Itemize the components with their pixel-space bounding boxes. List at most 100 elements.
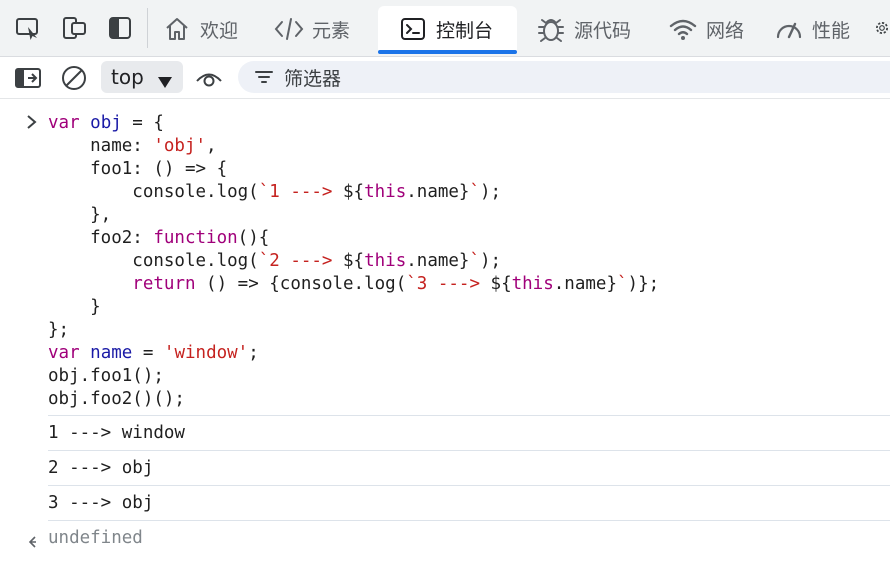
context-selector[interactable]: top	[101, 61, 183, 93]
tab-sources[interactable]: 源代码	[536, 6, 646, 52]
inspect-element-icon[interactable]	[14, 14, 42, 42]
code-token: };	[48, 320, 70, 340]
code-icon	[274, 14, 304, 44]
code-token: `	[469, 251, 481, 271]
code-token: }	[48, 297, 101, 317]
code-line: },	[48, 205, 111, 225]
tab-label: 网络	[706, 19, 745, 42]
context-value: top	[111, 65, 144, 89]
code-token: return	[132, 274, 196, 294]
code-token: foo1: () => {	[48, 159, 228, 179]
clear-console-icon[interactable]	[59, 63, 89, 93]
sidebar-toggle-icon[interactable]	[13, 63, 43, 93]
code-line: obj.foo2()();	[48, 389, 185, 409]
code-token: var	[48, 343, 80, 363]
code-token: obj.foo2()();	[48, 389, 185, 409]
result-value: undefined	[48, 528, 143, 548]
code-token: );	[480, 251, 502, 271]
tab-label: 源代码	[574, 19, 632, 42]
code-token: foo2:	[48, 228, 154, 248]
console-log-row: 3 ---> obj	[48, 485, 890, 521]
tab-label: 控制台	[436, 19, 494, 42]
filter-placeholder: 筛选器	[284, 67, 342, 90]
code-token: ;	[248, 343, 259, 363]
devtools-tab-bar: 欢迎 元素 控制台 源代码 网络 性能	[0, 0, 890, 57]
log-message: 2 ---> obj	[48, 458, 154, 478]
tab-elements[interactable]: 元素	[274, 6, 366, 52]
code-line: foo1: () => {	[48, 159, 227, 179]
filter-icon	[252, 65, 276, 89]
code-token: .name}	[406, 251, 470, 271]
log-message: 1 ---> window	[48, 423, 185, 443]
code-line: };	[48, 320, 69, 340]
wifi-icon	[668, 14, 698, 44]
dock-panel-icon[interactable]	[106, 14, 134, 42]
code-token: () => {console.log(	[195, 274, 407, 294]
active-tab-indicator	[378, 50, 517, 54]
tab-label: 欢迎	[200, 19, 239, 42]
code-token: this	[364, 251, 407, 271]
code-token: (){	[237, 228, 270, 248]
gauge-icon	[774, 14, 804, 44]
console-output-area: var obj = { name: 'obj', foo1: () => { c…	[0, 99, 890, 567]
code-token: var	[48, 113, 80, 133]
code-token: =	[132, 343, 164, 363]
code-line: var obj = {	[48, 113, 164, 133]
code-token: obj	[90, 113, 122, 133]
code-line: console.log(`2 ---> ${this.name}`);	[48, 251, 501, 271]
code-token: name	[90, 343, 133, 363]
caret-down-icon	[157, 70, 173, 94]
tab-performance[interactable]: 性能	[774, 6, 866, 52]
code-token: `1 --->	[258, 182, 344, 202]
code-line: foo2: function(){	[48, 228, 269, 248]
code-token: this	[511, 274, 554, 294]
log-message: 3 ---> obj	[48, 493, 154, 513]
code-token: 'obj'	[153, 136, 207, 156]
console-log-row: 1 ---> window	[48, 415, 890, 451]
code-token: ,	[206, 136, 217, 156]
code-token: = {	[121, 113, 164, 133]
filter-input[interactable]: 筛选器	[238, 61, 890, 93]
code-token: );	[480, 182, 502, 202]
code-line: name: 'obj',	[48, 136, 217, 156]
code-token: this	[364, 182, 407, 202]
code-token: `	[469, 182, 481, 202]
device-emulation-icon[interactable]	[60, 14, 88, 42]
code-token: `2 --->	[258, 251, 344, 271]
code-token: name:	[48, 136, 154, 156]
code-line: console.log(`1 ---> ${this.name}`);	[48, 182, 501, 202]
code-token: .name}	[406, 182, 470, 202]
more-tools-icon[interactable]	[874, 14, 890, 42]
code-line: obj.foo1();	[48, 366, 164, 386]
code-line: return () => {console.log(`3 ---> ${this…	[48, 274, 659, 294]
code-token: ${	[343, 251, 365, 271]
console-input-code[interactable]: var obj = { name: 'obj', foo1: () => { c…	[48, 112, 659, 411]
tab-bar-divider	[147, 8, 148, 48]
tab-console[interactable]: 控制台	[378, 6, 517, 54]
code-token: `3 --->	[406, 274, 491, 294]
code-token: console.log(	[48, 251, 259, 271]
tab-label: 性能	[812, 19, 851, 42]
code-token: console.log(	[48, 182, 259, 202]
live-expression-eye-icon[interactable]	[194, 63, 224, 93]
tab-label: 元素	[312, 19, 351, 42]
code-token: 'window'	[163, 343, 249, 363]
code-token: )};	[627, 274, 660, 294]
console-toolbar: top 筛选器	[0, 57, 890, 99]
console-icon	[398, 14, 428, 44]
row-divider	[48, 520, 890, 522]
bug-icon	[536, 14, 566, 44]
input-prompt-chevron-icon	[25, 113, 39, 136]
home-icon	[162, 14, 192, 44]
code-token: `	[616, 274, 628, 294]
code-token: function	[153, 228, 238, 248]
tab-network[interactable]: 网络	[668, 6, 760, 52]
console-log-row: 2 ---> obj	[48, 450, 890, 486]
result-return-icon	[25, 531, 39, 554]
code-line: var name = 'window';	[48, 343, 259, 363]
tab-welcome[interactable]: 欢迎	[162, 6, 254, 52]
code-token: },	[48, 205, 112, 225]
